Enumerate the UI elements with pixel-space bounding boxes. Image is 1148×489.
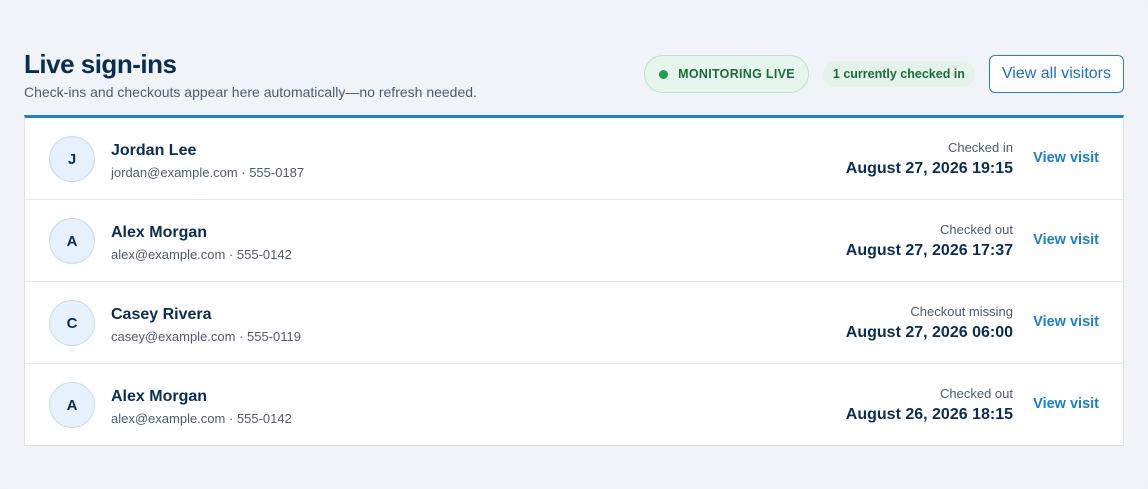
status-timestamp: August 27, 2026 19:15 [845,160,1013,177]
status-label: Checkout missing [910,304,1013,319]
panel-header: Live sign-ins Check-ins and checkouts ap… [24,48,1124,104]
visit-status: Checked out August 27, 2026 17:37 [846,221,1013,261]
status-timestamp: August 26, 2026 18:15 [845,406,1013,423]
status-label: Checked out [940,222,1013,237]
checked-in-count-badge: 1 currently checked in [822,61,975,87]
page-subtitle: Check-ins and checkouts appear here auto… [24,84,477,100]
avatar: A [49,382,95,428]
visit-list: J Jordan Lee jordan@example.com · 555-01… [24,115,1124,446]
visitor-info: Jordan Lee jordan@example.com · 555-0187 [111,141,304,181]
visit-row: A Alex Morgan alex@example.com · 555-014… [25,200,1123,282]
status-label: Checked in [947,140,1013,155]
header-actions: MONITORING LIVE 1 currently checked in V… [644,55,1124,93]
visitor-name: Casey Rivera [111,306,212,323]
avatar: C [49,300,95,346]
visit-status: Checked out August 26, 2026 18:15 [846,385,1013,425]
visitor-contact: jordan@example.com · 555-0187 [111,165,305,180]
visit-status: Checked in August 27, 2026 19:15 [846,139,1013,179]
visitor-contact: casey@example.com · 555-0119 [111,329,301,344]
page-title: Live sign-ins [24,49,177,79]
visitor-info: Alex Morgan alex@example.com · 555-0142 [111,223,292,263]
status-timestamp: August 27, 2026 17:37 [845,242,1013,259]
visitor-info: Casey Rivera casey@example.com · 555-011… [111,305,301,345]
status-label: Checked out [940,386,1013,401]
avatar: A [49,218,95,264]
live-dot-icon [659,69,669,79]
visitor-info: Alex Morgan alex@example.com · 555-0142 [111,387,292,427]
visit-row: A Alex Morgan alex@example.com · 555-014… [25,364,1123,445]
status-timestamp: August 27, 2026 06:00 [845,324,1013,341]
live-signins-panel: Live sign-ins Check-ins and checkouts ap… [0,0,1148,489]
visitor-name: Alex Morgan [111,224,208,241]
visit-status: Checkout missing August 27, 2026 06:00 [846,303,1013,343]
visit-row: C Casey Rivera casey@example.com · 555-0… [25,282,1123,364]
view-visit-link[interactable]: View visit [1033,395,1099,413]
monitoring-live-badge: MONITORING LIVE [644,55,809,93]
visitor-name: Jordan Lee [111,142,197,159]
view-all-visitors-button[interactable]: View all visitors [988,55,1124,93]
visitor-contact: alex@example.com · 555-0142 [111,411,292,426]
view-visit-link[interactable]: View visit [1033,231,1099,249]
view-visit-link[interactable]: View visit [1033,149,1099,167]
avatar: J [49,136,95,182]
view-visit-link[interactable]: View visit [1033,313,1099,331]
visitor-name: Alex Morgan [111,388,208,405]
visitor-contact: alex@example.com · 555-0142 [111,247,292,262]
monitoring-live-label: MONITORING LIVE [678,67,795,81]
visit-row: J Jordan Lee jordan@example.com · 555-01… [25,118,1123,200]
